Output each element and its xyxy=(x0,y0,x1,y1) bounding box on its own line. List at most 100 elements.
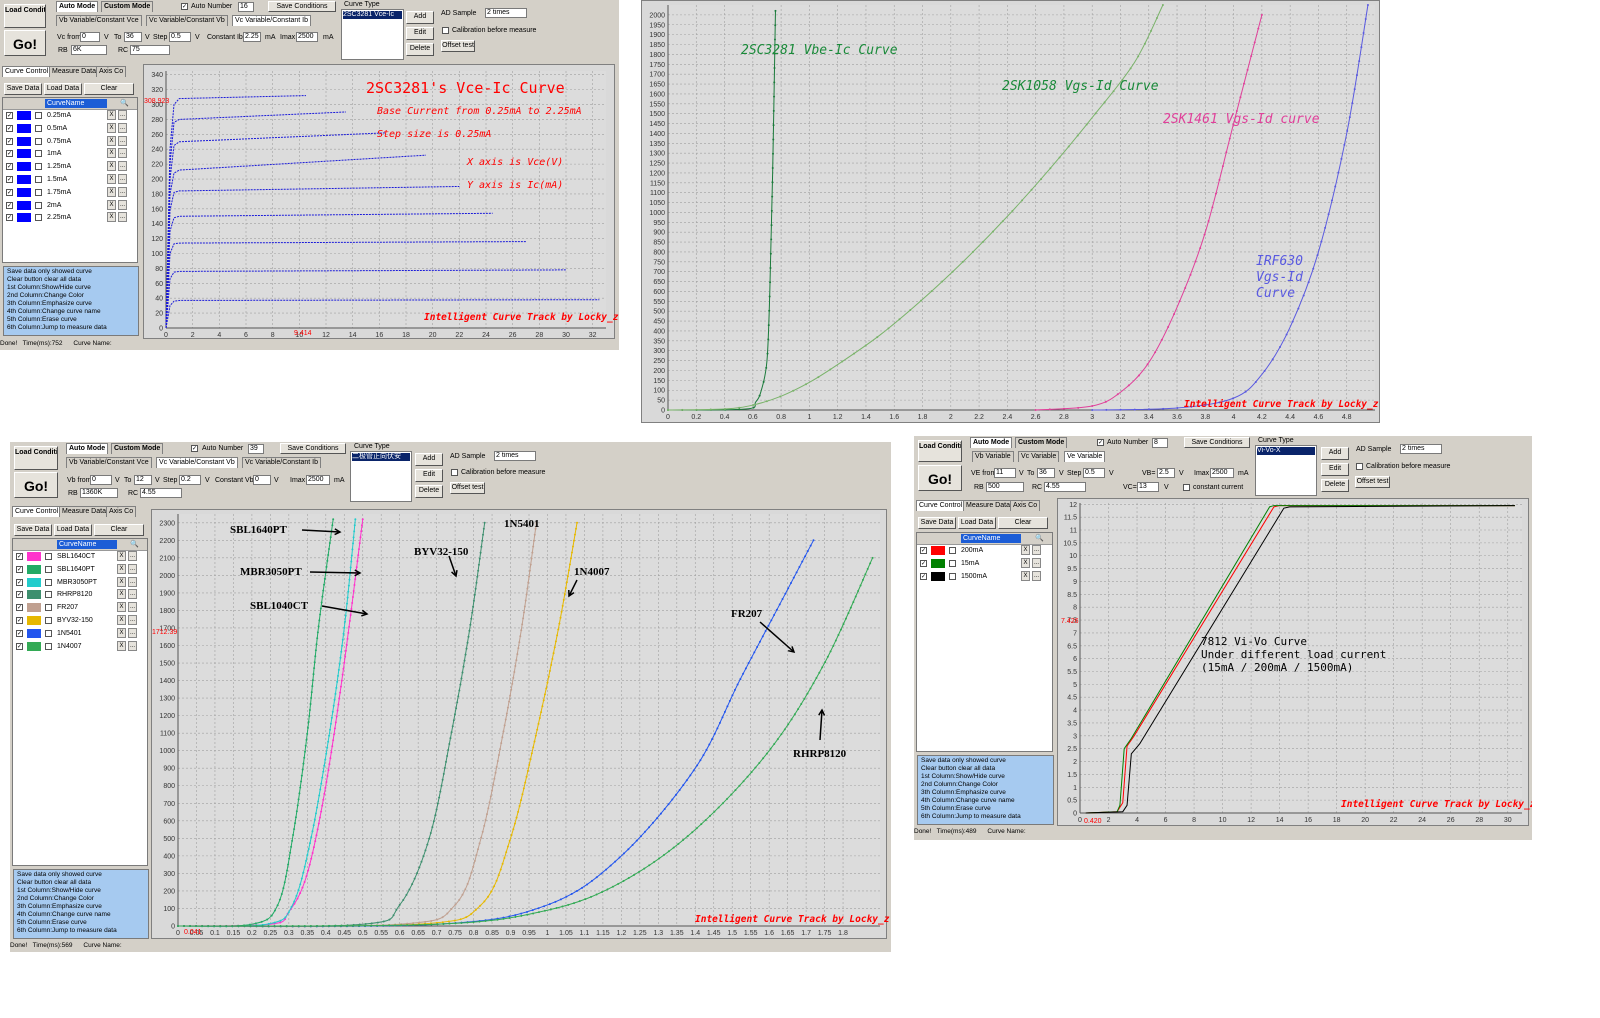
curve-name[interactable]: 2.25mA xyxy=(47,213,71,222)
show-curve-checkbox[interactable]: ✓ xyxy=(6,124,13,132)
tab-curve-control[interactable]: Curve Control xyxy=(916,500,966,511)
vb-from-input[interactable]: 0 xyxy=(90,475,112,485)
curve-row[interactable]: ✓ SBL1640CT X... xyxy=(13,551,147,562)
curve-row[interactable]: ✓ 0.5mA X... xyxy=(3,122,137,134)
curve-color-swatch[interactable] xyxy=(17,175,31,184)
vc-input[interactable]: 13 xyxy=(1137,482,1159,492)
save-data-button[interactable]: Save Data xyxy=(14,524,52,536)
show-curve-checkbox[interactable]: ✓ xyxy=(16,591,23,599)
save-conditions-button[interactable]: Save Conditions xyxy=(280,443,346,454)
curve-name[interactable]: SBL1640PT xyxy=(57,565,95,574)
curve-color-swatch[interactable] xyxy=(27,552,41,561)
curve-row[interactable]: ✓ 200mA X... xyxy=(917,545,1052,556)
jump-measure-button[interactable]: ... xyxy=(128,602,137,613)
erase-curve-button[interactable]: X xyxy=(117,602,126,613)
calibration-checkbox[interactable] xyxy=(1356,463,1363,470)
curve-row[interactable]: ✓ 1mA X... xyxy=(3,148,137,159)
curve-color-swatch[interactable] xyxy=(27,590,41,600)
curve-color-swatch[interactable] xyxy=(27,616,41,625)
edit-button[interactable]: Edit xyxy=(406,27,434,40)
tab-custom-mode[interactable]: Custom Mode xyxy=(111,443,164,454)
emphasize-checkbox[interactable] xyxy=(45,591,52,599)
ad-sample-select[interactable]: 2 times xyxy=(494,451,536,461)
ad-sample-select[interactable]: 2 times xyxy=(1400,444,1442,454)
imax-input[interactable]: 2500 xyxy=(306,475,330,485)
emphasize-checkbox[interactable] xyxy=(45,642,52,650)
tab-axis[interactable]: Axis Co xyxy=(106,506,137,517)
curve-name[interactable]: 1.5mA xyxy=(47,175,67,184)
rb-select[interactable]: 1360K xyxy=(80,488,118,498)
curve-name[interactable]: BYV32-150 xyxy=(57,616,93,625)
show-curve-checkbox[interactable]: ✓ xyxy=(6,188,13,196)
step-input[interactable]: 0.5 xyxy=(1083,468,1105,478)
mode-tab-1[interactable]: Vb Variable/Constant Vce xyxy=(56,15,142,26)
search-icon[interactable]: 🔍 xyxy=(120,99,129,108)
emphasize-checkbox[interactable] xyxy=(45,629,52,637)
erase-curve-button[interactable]: X xyxy=(107,110,116,120)
curve-row[interactable]: ✓ 1.75mA X... xyxy=(3,186,137,198)
vb-input[interactable]: 2.5 xyxy=(1157,468,1175,478)
show-curve-checkbox[interactable]: ✓ xyxy=(16,642,23,650)
auto-number-checkbox[interactable]: ✓ xyxy=(181,3,188,10)
jump-measure-button[interactable]: ... xyxy=(118,186,127,197)
erase-curve-button[interactable]: X xyxy=(107,199,116,210)
jump-measure-button[interactable]: ... xyxy=(128,627,137,638)
curve-row[interactable]: ✓ 1.5mA X... xyxy=(3,174,137,185)
mode-tab-2[interactable]: Vc Variable/Constant Vb xyxy=(146,15,228,26)
curve-color-swatch[interactable] xyxy=(27,641,41,651)
erase-curve-button[interactable]: X xyxy=(107,148,116,159)
erase-curve-button[interactable]: X xyxy=(117,551,126,561)
clear-button[interactable]: Clear xyxy=(998,517,1048,529)
rb-select[interactable]: 6K xyxy=(71,45,107,55)
save-data-button[interactable]: Save Data xyxy=(4,83,42,95)
calibration-checkbox[interactable] xyxy=(451,469,458,476)
jump-measure-button[interactable]: ... xyxy=(128,551,137,561)
curve-row[interactable]: ✓ 0.75mA X... xyxy=(3,135,137,147)
mode-tab-3[interactable]: Vc Variable/Constant Ib xyxy=(232,15,312,26)
curve-color-swatch[interactable] xyxy=(17,187,31,197)
clear-button[interactable]: Clear xyxy=(84,83,134,95)
save-conditions-button[interactable]: Save Conditions xyxy=(1184,437,1250,448)
curve-color-swatch[interactable] xyxy=(27,628,41,638)
show-curve-checkbox[interactable]: ✓ xyxy=(16,553,23,560)
imax-input[interactable]: 2500 xyxy=(296,32,318,42)
tab-measure-data[interactable]: Measure Data xyxy=(59,506,109,517)
add-button[interactable]: Add xyxy=(406,11,434,24)
mode-tab-1[interactable]: Vb Variable xyxy=(972,451,1014,462)
tab-custom-mode[interactable]: Custom Mode xyxy=(1015,437,1068,448)
curve-color-swatch[interactable] xyxy=(931,571,945,581)
search-icon[interactable]: 🔍 xyxy=(1035,534,1044,543)
to-input[interactable]: 12 xyxy=(134,475,152,485)
show-curve-checkbox[interactable]: ✓ xyxy=(6,176,13,183)
curve-name[interactable]: SBL1640CT xyxy=(57,552,95,561)
erase-curve-button[interactable]: X xyxy=(1021,545,1030,555)
save-data-button[interactable]: Save Data xyxy=(918,517,956,529)
load-data-button[interactable]: Load Data xyxy=(44,83,82,95)
curve-name[interactable]: MBR3050PT xyxy=(57,578,97,587)
load-conditions-button[interactable]: Load Conditions xyxy=(14,446,58,470)
show-curve-checkbox[interactable]: ✓ xyxy=(6,201,13,209)
show-curve-checkbox[interactable]: ✓ xyxy=(16,604,23,612)
go-button[interactable]: Go! xyxy=(14,472,58,498)
delete-button[interactable]: Delete xyxy=(415,485,443,498)
go-button[interactable]: Go! xyxy=(4,30,46,56)
save-conditions-button[interactable]: Save Conditions xyxy=(268,1,336,12)
curve-name[interactable]: 1.25mA xyxy=(47,162,71,171)
jump-measure-button[interactable]: ... xyxy=(118,135,127,146)
jump-measure-button[interactable]: ... xyxy=(128,615,137,625)
tab-custom-mode[interactable]: Custom Mode xyxy=(101,1,154,12)
curve-color-swatch[interactable] xyxy=(17,162,31,172)
emphasize-checkbox[interactable] xyxy=(35,137,42,145)
erase-curve-button[interactable]: X xyxy=(117,627,126,638)
mode-tab-3[interactable]: Ve Variable xyxy=(1064,451,1106,462)
constant-current-checkbox[interactable] xyxy=(1183,484,1190,491)
curve-color-swatch[interactable] xyxy=(17,149,31,159)
curve-name[interactable]: 0.75mA xyxy=(47,137,71,146)
curve-name[interactable]: 200mA xyxy=(961,546,983,555)
emphasize-checkbox[interactable] xyxy=(35,124,42,132)
jump-measure-button[interactable]: ... xyxy=(118,110,127,120)
erase-curve-button[interactable]: X xyxy=(107,186,116,197)
show-curve-checkbox[interactable]: ✓ xyxy=(6,214,13,222)
tab-axis[interactable]: Axis Co xyxy=(96,66,127,77)
mode-tab-1[interactable]: Vb Variable/Constant Vce xyxy=(66,457,152,468)
